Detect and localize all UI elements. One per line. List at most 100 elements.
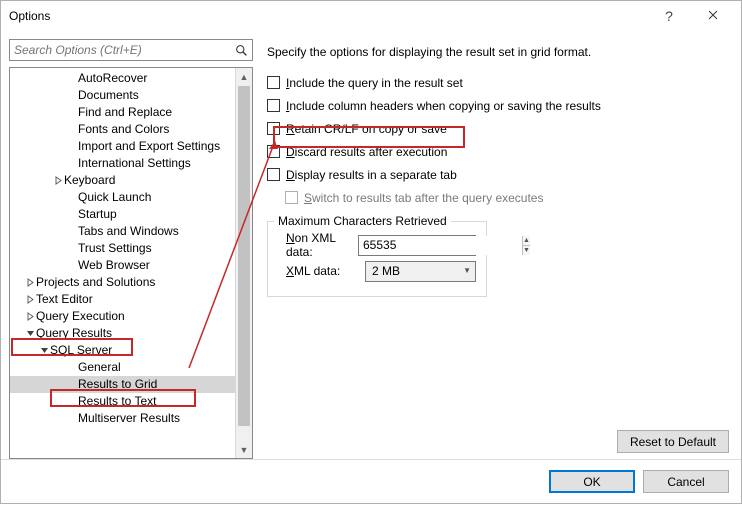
checkbox[interactable] [267,76,280,89]
tree-item-label: Query Execution [36,308,125,325]
scroll-down-icon[interactable]: ▼ [236,441,252,458]
spin-down-icon[interactable]: ▼ [523,246,530,255]
scroll-up-icon[interactable]: ▲ [236,68,252,85]
tree-item-international-settings[interactable]: International Settings [10,155,235,172]
chevron-down-icon: ▼ [463,266,471,275]
tree-item-multiserver-results[interactable]: Multiserver Results [10,410,235,427]
options-window: Options ? AutoRe [0,0,742,504]
checkbox-row: Switch to results tab after the query ex… [285,186,731,209]
close-icon [708,9,718,23]
titlebar: Options ? [1,1,741,31]
tree-item-label: Results to Grid [78,376,157,393]
tree-item-general[interactable]: General [10,359,235,376]
checkbox-row: Discard results after execution [267,140,731,163]
checkbox-label: Discard results after execution [286,145,447,159]
tree-item-documents[interactable]: Documents [10,87,235,104]
search-box[interactable] [9,39,253,61]
checkbox-label: Retain CR/LF on copy or save [286,122,447,136]
right-pane: Specify the options for displaying the r… [267,39,731,459]
tree-item-quick-launch[interactable]: Quick Launch [10,189,235,206]
checkbox-label: Switch to results tab after the query ex… [304,191,543,205]
tree-item-web-browser[interactable]: Web Browser [10,257,235,274]
tree-item-tabs-and-windows[interactable]: Tabs and Windows [10,223,235,240]
tree-expander-icon[interactable] [24,312,36,321]
search-icon [235,44,248,57]
options-tree: AutoRecoverDocumentsFind and ReplaceFont… [9,67,253,459]
search-input[interactable] [10,40,230,60]
tree-item-results-to-grid[interactable]: Results to Grid [10,376,235,393]
tree-item-label: Web Browser [78,257,150,274]
checkbox[interactable] [267,168,280,181]
tree-item-trust-settings[interactable]: Trust Settings [10,240,235,257]
tree-item-find-and-replace[interactable]: Find and Replace [10,104,235,121]
tree-item-label: Startup [78,206,117,223]
checkbox[interactable] [267,99,280,112]
checkbox-row: Retain CR/LF on copy or save [267,117,731,140]
tree-item-query-results[interactable]: Query Results [10,325,235,342]
tree-item-label: Import and Export Settings [78,138,220,155]
checkbox-row: Display results in a separate tab [267,163,731,186]
tree-item-label: Query Results [36,325,112,342]
tree-item-sql-server[interactable]: SQL Server [10,342,235,359]
xml-combo[interactable]: 2 MB ▼ [365,261,476,282]
window-title: Options [9,9,647,23]
tree-item-label: Results to Text [78,393,156,410]
tree-item-label: Multiserver Results [78,410,180,427]
tree-item-fonts-and-colors[interactable]: Fonts and Colors [10,121,235,138]
tree-item-label: Documents [78,87,139,104]
tree-expander-icon[interactable] [24,278,36,287]
spin-up-icon[interactable]: ▲ [523,236,530,246]
checkbox [285,191,298,204]
xml-label: XML data: [278,264,359,278]
tree-item-startup[interactable]: Startup [10,206,235,223]
tree-item-label: International Settings [78,155,191,172]
tree-item-label: General [78,359,121,376]
checkbox-label: Include the query in the result set [286,76,463,90]
dialog-footer: OK Cancel [1,459,741,503]
tree-item-text-editor[interactable]: Text Editor [10,291,235,308]
tree-item-label: Trust Settings [78,240,152,257]
tree-expander-icon[interactable] [52,176,64,185]
left-pane: AutoRecoverDocumentsFind and ReplaceFont… [9,39,253,459]
nonxml-input[interactable] [359,236,522,255]
help-icon: ? [665,8,673,24]
tree-item-label: Text Editor [36,291,93,308]
tree-item-keyboard[interactable]: Keyboard [10,172,235,189]
xml-combo-value: 2 MB [372,264,400,278]
nonxml-spinner[interactable]: ▲ ▼ [358,235,476,256]
max-chars-fieldset: Maximum Characters Retrieved Non XML dat… [267,221,487,297]
tree-expander-icon[interactable] [38,346,50,355]
checkbox[interactable] [267,122,280,135]
search-icon-button[interactable] [230,40,252,60]
checkbox-label: Display results in a separate tab [286,168,457,182]
checkbox[interactable] [267,145,280,158]
tree-item-autorecover[interactable]: AutoRecover [10,70,235,87]
close-button[interactable] [691,2,735,30]
tree-item-label: Keyboard [64,172,115,189]
scroll-thumb[interactable] [238,86,250,426]
checkbox-label: Include column headers when copying or s… [286,99,601,113]
options-heading: Specify the options for displaying the r… [267,45,731,59]
cancel-button[interactable]: Cancel [643,470,729,493]
tree-expander-icon[interactable] [24,329,36,338]
tree-item-label: AutoRecover [78,70,147,87]
tree-scrollbar[interactable]: ▲ ▼ [235,68,252,458]
tree-item-label: Find and Replace [78,104,172,121]
checkbox-row: Include the query in the result set [267,71,731,94]
tree-item-query-execution[interactable]: Query Execution [10,308,235,325]
tree-item-label: Tabs and Windows [78,223,179,240]
tree-item-label: Projects and Solutions [36,274,155,291]
fieldset-legend: Maximum Characters Retrieved [274,214,451,228]
checkbox-row: Include column headers when copying or s… [267,94,731,117]
ok-button[interactable]: OK [549,470,635,493]
nonxml-label: Non XML data: [278,231,352,259]
reset-to-default-button[interactable]: Reset to Default [617,430,729,453]
tree-item-label: SQL Server [50,342,112,359]
tree-item-results-to-text[interactable]: Results to Text [10,393,235,410]
tree-item-label: Quick Launch [78,189,151,206]
help-button[interactable]: ? [647,2,691,30]
tree-item-projects-and-solutions[interactable]: Projects and Solutions [10,274,235,291]
tree-item-label: Fonts and Colors [78,121,169,138]
tree-expander-icon[interactable] [24,295,36,304]
tree-item-import-and-export-settings[interactable]: Import and Export Settings [10,138,235,155]
